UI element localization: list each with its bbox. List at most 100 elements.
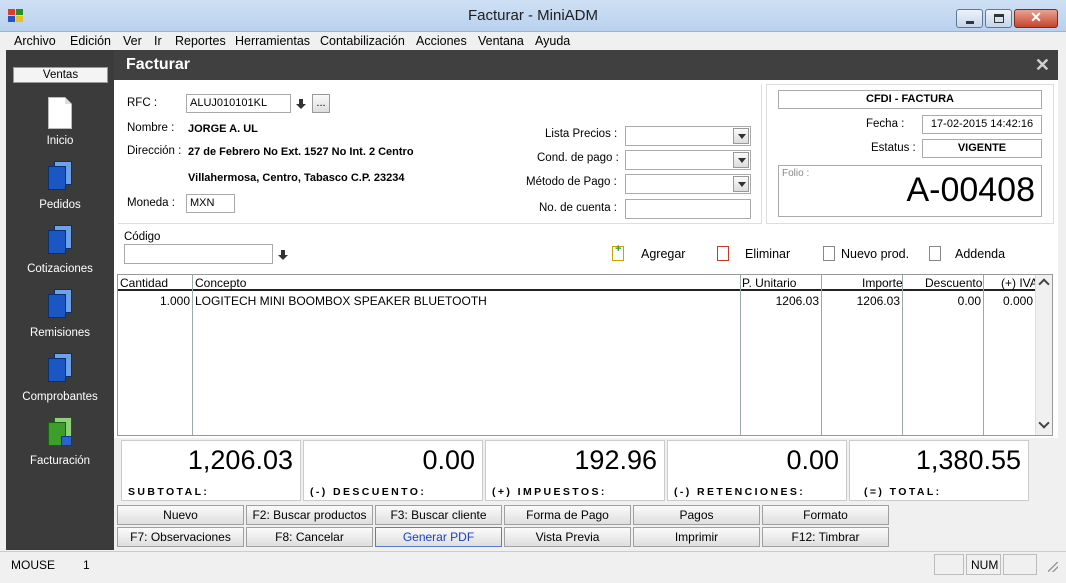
cell-concept: LOGITECH MINI BOOMBOX SPEAKER BLUETOOTH bbox=[195, 294, 487, 308]
total-value: 1,380.55 bbox=[915, 445, 1021, 475]
payments-button[interactable]: Pagos bbox=[633, 505, 760, 525]
preview-button[interactable]: Vista Previa bbox=[504, 527, 631, 547]
name-label: Nombre : bbox=[127, 122, 175, 134]
remove-button[interactable]: Eliminar bbox=[717, 246, 807, 262]
scroll-up-icon[interactable] bbox=[1038, 278, 1050, 290]
column-quantity[interactable]: Cantidad bbox=[120, 276, 168, 290]
status-cell bbox=[1003, 554, 1037, 575]
resize-grip-icon[interactable] bbox=[1039, 554, 1061, 575]
close-panel-icon[interactable]: ✕ bbox=[1035, 55, 1050, 76]
pages-icon bbox=[48, 353, 72, 385]
print-button[interactable]: Imprimir bbox=[633, 527, 760, 547]
account-field[interactable] bbox=[625, 199, 751, 219]
menu-reportes[interactable]: Reportes bbox=[175, 34, 226, 48]
cancel-button[interactable]: F8: Cancelar bbox=[246, 527, 373, 547]
page-title: Facturar bbox=[126, 56, 191, 73]
window-frame bbox=[1058, 50, 1066, 551]
account-label: No. de cuenta : bbox=[539, 202, 617, 214]
minimize-button[interactable] bbox=[956, 9, 983, 28]
withholdings-box: 0.00 (-) RETENCIONES: bbox=[667, 440, 847, 501]
folio-number: A-00408 bbox=[906, 171, 1035, 209]
stamp-button[interactable]: F12: Timbrar bbox=[762, 527, 889, 547]
add-button[interactable]: + Agregar bbox=[612, 243, 702, 262]
subtotal-value: 1,206.03 bbox=[187, 445, 293, 475]
address-line-2: Villahermosa, Centro, Tabasco C.P. 23234 bbox=[188, 172, 405, 184]
delete-item-icon bbox=[717, 246, 729, 261]
observations-button[interactable]: F7: Observaciones bbox=[117, 527, 244, 547]
menu-archivo[interactable]: Archivo bbox=[14, 34, 56, 48]
menu-contabilizacion[interactable]: Contabilización bbox=[320, 34, 405, 48]
payment-method-select[interactable] bbox=[625, 174, 751, 194]
payment-terms-select[interactable] bbox=[625, 150, 751, 170]
currency-label: Moneda : bbox=[127, 197, 175, 209]
cell-amount: 1206.03 bbox=[856, 294, 900, 308]
new-button[interactable]: Nuevo bbox=[117, 505, 244, 525]
menu-ayuda[interactable]: Ayuda bbox=[535, 34, 570, 48]
rfc-field[interactable]: ALUJ010101KL bbox=[186, 94, 291, 113]
sidebar-item-inicio[interactable]: Inicio bbox=[6, 97, 114, 161]
payment-form-button[interactable]: Forma de Pago bbox=[504, 505, 631, 525]
chevron-down-icon[interactable] bbox=[733, 176, 749, 192]
payment-method-label: Método de Pago : bbox=[526, 176, 617, 188]
column-discount[interactable]: Descuento bbox=[925, 276, 982, 290]
column-iva[interactable]: (+) IVA bbox=[1001, 276, 1038, 290]
vertical-scrollbar[interactable] bbox=[1035, 275, 1052, 435]
status-mode: MOUSE 1 bbox=[6, 554, 934, 575]
menu-acciones[interactable]: Acciones bbox=[416, 34, 467, 48]
sidebar-header[interactable]: Ventas bbox=[13, 67, 108, 83]
status-value: 1 bbox=[83, 558, 90, 572]
sidebar-item-cotizaciones[interactable]: Cotizaciones bbox=[6, 225, 114, 289]
search-products-button[interactable]: F2: Buscar productos bbox=[246, 505, 373, 525]
addenda-button[interactable]: Addenda bbox=[929, 246, 1009, 262]
code-input[interactable] bbox=[124, 244, 273, 264]
format-button[interactable]: Formato bbox=[762, 505, 889, 525]
menu-ver[interactable]: Ver bbox=[123, 34, 142, 48]
menu-herramientas[interactable]: Herramientas bbox=[235, 34, 310, 48]
status-label: Estatus : bbox=[871, 142, 916, 154]
close-button[interactable]: ✕ bbox=[1014, 9, 1058, 28]
column-amount[interactable]: Importe bbox=[862, 276, 903, 290]
new-document-icon bbox=[823, 246, 835, 261]
cell-unit-price: 1206.03 bbox=[775, 294, 819, 308]
cfdi-panel: CFDI - FACTURA Fecha : 17-02-2015 14:42:… bbox=[766, 84, 1054, 224]
payment-terms-label: Cond. de pago : bbox=[537, 152, 619, 164]
items-table[interactable]: Cantidad Concepto P. Unitario Importe De… bbox=[117, 274, 1053, 436]
address-line-1: 27 de Febrero No Ext. 1527 No Int. 2 Cen… bbox=[188, 146, 414, 158]
scroll-down-icon[interactable] bbox=[1038, 417, 1050, 429]
status-cell bbox=[934, 554, 964, 575]
currency-field[interactable]: MXN bbox=[186, 194, 235, 213]
new-product-button[interactable]: Nuevo prod. bbox=[823, 246, 913, 262]
taxes-value: 192.96 bbox=[574, 445, 657, 475]
sidebar: Ventas Inicio Pedidos Cotizaciones Remis… bbox=[6, 50, 114, 550]
sidebar-item-label: Cotizaciones bbox=[27, 263, 93, 275]
maximize-button[interactable] bbox=[985, 9, 1012, 28]
add-button-label: Agregar bbox=[641, 247, 686, 261]
subtotal-box: 1,206.03 SUBTOTAL: bbox=[121, 440, 301, 501]
date-field: 17-02-2015 14:42:16 bbox=[922, 115, 1042, 134]
status-badge: VIGENTE bbox=[922, 139, 1042, 158]
search-customer-button[interactable]: F3: Buscar cliente bbox=[375, 505, 502, 525]
discount-label: (-) DESCUENTO: bbox=[310, 486, 427, 498]
menu-ir[interactable]: Ir bbox=[154, 34, 162, 48]
chevron-down-icon[interactable] bbox=[733, 128, 749, 144]
cell-quantity: 1.000 bbox=[159, 294, 190, 308]
chevron-down-icon[interactable] bbox=[733, 152, 749, 168]
sidebar-item-pedidos[interactable]: Pedidos bbox=[6, 161, 114, 225]
download-icon[interactable] bbox=[296, 98, 308, 112]
window-title: Facturar - MiniADM bbox=[467, 7, 598, 24]
column-concept[interactable]: Concepto bbox=[195, 276, 246, 290]
folio-label: Folio : bbox=[782, 168, 810, 179]
column-unit-price[interactable]: P. Unitario bbox=[742, 276, 796, 290]
sidebar-item-comprobantes[interactable]: Comprobantes bbox=[6, 353, 114, 417]
cell-discount: 0.00 bbox=[957, 294, 981, 308]
download-icon[interactable] bbox=[278, 249, 290, 263]
price-list-select[interactable] bbox=[625, 126, 751, 146]
total-label: (=) TOTAL: bbox=[864, 486, 942, 498]
menu-edicion[interactable]: Edición bbox=[70, 34, 111, 48]
pages-icon bbox=[48, 161, 72, 193]
sidebar-item-facturacion[interactable]: Facturación bbox=[6, 417, 114, 481]
sidebar-item-remisiones[interactable]: Remisiones bbox=[6, 289, 114, 353]
menu-ventana[interactable]: Ventana bbox=[478, 34, 524, 48]
generate-pdf-button[interactable]: Generar PDF bbox=[375, 527, 502, 547]
browse-customer-button[interactable]: ... bbox=[312, 94, 330, 113]
